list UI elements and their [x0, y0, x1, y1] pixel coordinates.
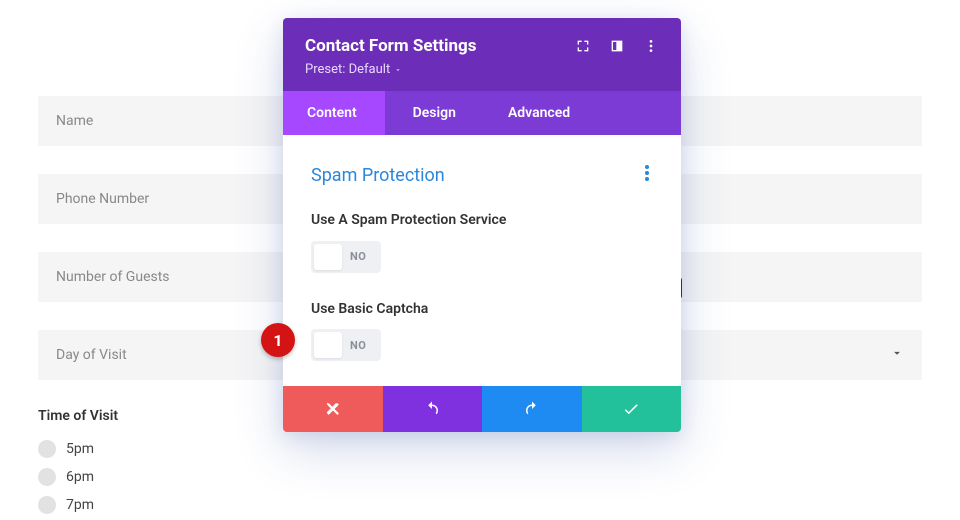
radio-label: 6pm — [66, 469, 94, 485]
day-placeholder: Day of Visit — [56, 347, 127, 363]
redo-button[interactable] — [482, 386, 582, 432]
modal-tabs: Content Design Advanced — [283, 91, 681, 135]
preset-dropdown[interactable]: Preset: Default — [305, 62, 659, 77]
radio-icon — [38, 468, 56, 486]
section-menu-icon[interactable] — [641, 161, 653, 189]
undo-icon — [423, 400, 441, 418]
preset-label: Preset: Default — [305, 62, 390, 77]
time-option-7pm[interactable]: 7pm — [38, 492, 922, 518]
guests-placeholder: Number of Guests — [56, 269, 170, 285]
spam-service-toggle[interactable]: NO — [311, 241, 381, 273]
expand-icon[interactable] — [575, 38, 591, 54]
check-icon — [622, 400, 640, 418]
spam-service-label: Use A Spam Protection Service — [311, 211, 531, 231]
phone-placeholder: Phone Number — [56, 191, 149, 207]
chevron-down-icon — [890, 346, 904, 364]
time-option-5pm[interactable]: 5pm — [38, 436, 922, 462]
tab-design-label: Design — [413, 105, 456, 121]
modal-title: Contact Form Settings — [305, 36, 477, 56]
toggle-value: NO — [350, 250, 366, 263]
redo-icon — [523, 400, 541, 418]
radio-label: 7pm — [66, 497, 94, 513]
time-option-6pm[interactable]: 6pm — [38, 464, 922, 490]
close-icon — [324, 400, 342, 418]
annotation-badge-1: 1 — [261, 323, 295, 357]
tab-design[interactable]: Design — [385, 91, 484, 135]
name-placeholder: Name — [56, 113, 93, 129]
radio-icon — [38, 440, 56, 458]
tab-content-label: Content — [307, 105, 357, 121]
caret-down-icon — [394, 66, 402, 74]
basic-captcha-label: Use Basic Captcha — [311, 300, 531, 320]
modal-header: Contact Form Settings Preset: Default — [283, 18, 681, 91]
radio-icon — [38, 496, 56, 514]
toggle-knob — [314, 244, 342, 270]
tab-advanced-label: Advanced — [508, 105, 570, 121]
save-button[interactable] — [582, 386, 682, 432]
kebab-icon[interactable] — [643, 38, 659, 54]
toggle-knob — [314, 332, 342, 358]
settings-modal: Contact Form Settings Preset: Default Co… — [283, 18, 681, 432]
section-title[interactable]: Spam Protection — [311, 165, 445, 186]
basic-captcha-toggle[interactable]: NO — [311, 329, 381, 361]
tab-advanced[interactable]: Advanced — [484, 91, 590, 135]
radio-label: 5pm — [66, 441, 94, 457]
annotation-number: 1 — [273, 331, 282, 350]
tab-content[interactable]: Content — [283, 91, 385, 135]
cancel-button[interactable] — [283, 386, 383, 432]
undo-button[interactable] — [383, 386, 483, 432]
modal-body: Spam Protection Use A Spam Protection Se… — [283, 135, 681, 386]
modal-footer — [283, 386, 681, 432]
snap-icon[interactable] — [609, 38, 625, 54]
toggle-value: NO — [350, 339, 366, 352]
